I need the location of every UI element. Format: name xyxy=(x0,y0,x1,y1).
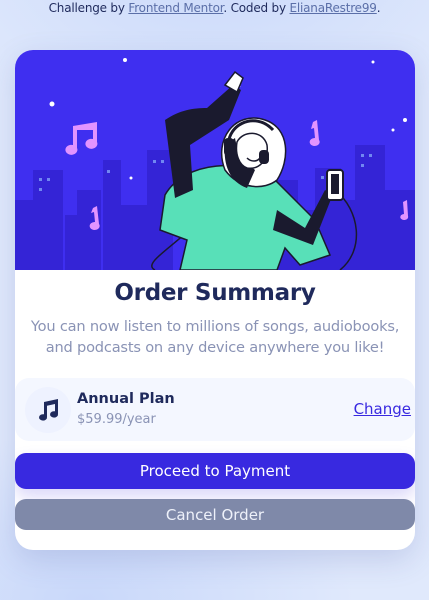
proceed-to-payment-button[interactable]: Proceed to Payment xyxy=(15,453,415,489)
change-plan-link[interactable]: Change xyxy=(354,400,411,418)
cancel-order-button[interactable]: Cancel Order xyxy=(15,499,415,530)
hero-illustration xyxy=(15,50,415,270)
page-title: Order Summary xyxy=(114,280,316,306)
description: You can now listen to millions of songs,… xyxy=(30,318,400,356)
plan-price: $59.99/year xyxy=(77,412,156,427)
plan-panel: Annual Plan $59.99/year Change xyxy=(15,378,415,441)
author-link[interactable]: ElianaRestre99 xyxy=(290,1,377,15)
order-summary-card: Order Summary You can now listen to mill… xyxy=(15,50,415,550)
attribution-middle: . Coded by xyxy=(223,1,290,15)
attribution-prefix: Challenge by xyxy=(48,1,129,15)
attribution-suffix: . xyxy=(376,1,381,15)
music-note-icon xyxy=(25,387,71,433)
challenge-link[interactable]: Frontend Mentor xyxy=(128,1,223,15)
plan-name: Annual Plan xyxy=(77,391,175,407)
attribution: Challenge by Frontend Mentor. Coded by E… xyxy=(0,0,429,18)
